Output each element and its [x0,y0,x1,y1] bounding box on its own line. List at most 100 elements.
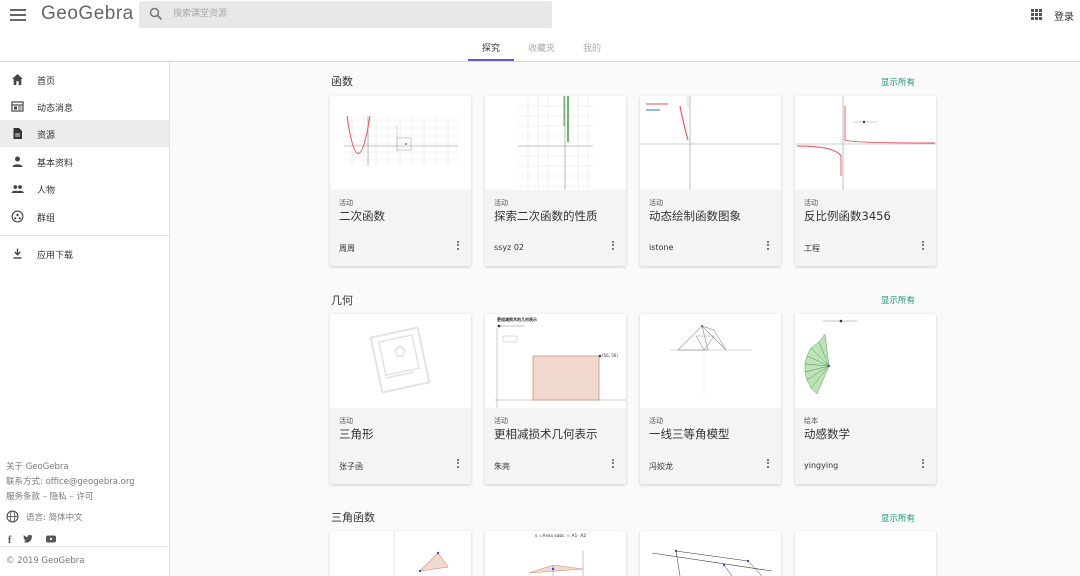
sidebar-item-groups[interactable]: 群组 [0,203,169,230]
more-options-icon[interactable] [919,457,927,471]
section-title-trigonometry: 三角函数 [331,511,375,524]
card-title[interactable]: 三角形 [339,426,374,442]
more-options-icon[interactable] [609,457,617,471]
facebook-icon[interactable]: f [8,535,11,546]
login-button[interactable]: 登录 [1054,8,1074,23]
card-thumbnail [640,314,781,408]
privacy-link[interactable]: 隐私 [50,492,67,502]
resource-card[interactable]: 活动 动态绘制函数图象 istone [640,96,781,266]
sidebar-item-label: 动态消息 [37,104,74,114]
search-box [139,1,552,28]
card-thumbnail [330,314,471,408]
resource-card[interactable]: 更相减损术的几何表示 (56, 56) 活动 更相减损术几何表示 朱亮 [485,314,626,484]
card-author[interactable]: 张子函 [339,461,363,472]
news-feed-icon [11,101,24,112]
more-options-icon[interactable] [919,239,927,253]
youtube-icon[interactable] [45,535,56,546]
top-bar: GeoGebra 登录 [0,0,1080,30]
resource-card[interactable] [330,531,471,576]
search-input[interactable] [173,4,543,24]
social-links: f [8,528,63,547]
resource-card[interactable]: 活动 一线三等角模型 冯姣龙 [640,314,781,484]
group-icon [11,210,24,223]
tab-favorites[interactable]: 收藏夹 [528,41,555,54]
resource-card[interactable] [640,531,781,576]
card-title[interactable]: 一线三等角模型 [649,426,730,442]
people-icon [11,185,24,193]
more-options-icon[interactable] [609,239,617,253]
more-options-icon[interactable] [764,457,772,471]
card-title[interactable]: 更相减损术几何表示 [494,426,598,442]
card-thumbnail [640,96,781,190]
sidebar-item-news[interactable]: 动态消息 [0,93,169,120]
card-title[interactable]: 反比例函数3456 [804,208,891,224]
sidebar-item-people[interactable]: 人物 [0,175,169,202]
section-title-functions: 函数 [331,75,353,88]
resource-card[interactable]: s =Area sabc = A1· A2 [485,531,626,576]
apps-grid-icon[interactable] [1031,9,1042,20]
card-thumbnail [330,96,471,190]
search-icon[interactable] [149,7,163,21]
sidebar-item-label: 群组 [37,214,56,224]
license-link[interactable]: 许可 [76,492,93,502]
sidebar-item-profile[interactable]: 基本资料 [0,148,169,175]
contact-link[interactable]: 联系方式: office@geogebra.org [6,475,135,487]
resource-card[interactable]: 活动 反比例函数3456 工程 [795,96,936,266]
card-type: 活动 [494,417,508,425]
card-author[interactable]: 冯姣龙 [649,461,673,472]
card-type: 活动 [339,417,353,425]
card-author[interactable]: 朱亮 [494,461,510,472]
card-thumbnail [330,531,471,576]
sidebar-item-label: 资源 [37,131,56,141]
sidebar-item-resources[interactable]: 资源 [0,120,169,147]
download-icon [13,248,22,259]
card-author[interactable]: 工程 [804,243,820,254]
card-thumbnail: s =Area sabc = A1· A2 [485,531,626,576]
card-title[interactable]: 动态绘制函数图象 [649,208,741,224]
legal-links: 服务条款 – 隐私 – 许可 [6,492,94,502]
twitter-icon[interactable] [23,534,33,546]
sidebar-footer-divider [0,546,169,547]
sidebar-item-label: 首页 [37,77,56,87]
home-icon [12,74,23,85]
more-options-icon[interactable] [454,239,462,253]
terms-link[interactable]: 服务条款 [6,492,40,502]
more-options-icon[interactable] [454,457,462,471]
card-author[interactable]: ssyz 02 [494,243,524,252]
sidebar: 首页 动态消息 资源 基本资料 人物 群组 应用下载 关于 GeoGebra 联… [0,62,170,576]
card-type: 活动 [649,199,663,207]
show-all-geometry-link[interactable]: 显示所有 [881,294,915,306]
about-link[interactable]: 关于 GeoGebra [6,460,69,472]
hamburger-menu-icon[interactable] [10,6,26,22]
sidebar-item-home[interactable]: 首页 [0,66,169,93]
show-all-functions-link[interactable]: 显示所有 [881,76,915,88]
geogebra-logo[interactable]: GeoGebra [41,3,134,25]
tab-explore[interactable]: 探究 [482,41,500,54]
resource-card[interactable]: 活动 探索二次函数的性质 ssyz 02 [485,96,626,266]
tab-mine[interactable]: 我的 [583,41,601,54]
card-thumbnail [485,96,626,190]
show-all-trigonometry-link[interactable]: 显示所有 [881,512,915,524]
card-thumbnail [795,531,936,576]
sidebar-item-label: 应用下载 [37,251,74,261]
card-author[interactable]: istone [649,243,673,252]
card-title[interactable]: 二次函数 [339,208,385,224]
sidebar-item-label: 人物 [37,186,56,196]
card-thumbnail [795,96,936,190]
tab-bar: 探究 收藏夹 我的 [0,30,1080,62]
card-thumbnail: 更相减损术的几何表示 (56, 56) [485,314,626,408]
card-author[interactable]: 周周 [339,243,355,254]
resource-card[interactable]: 绘本 动感数学 yingying [795,314,936,484]
resource-card[interactable] [795,531,936,576]
more-options-icon[interactable] [764,239,772,253]
card-title[interactable]: 动感数学 [804,426,850,442]
card-author[interactable]: yingying [804,461,838,470]
card-type: 活动 [494,199,508,207]
sidebar-item-app-download[interactable]: 应用下载 [0,240,169,267]
card-title[interactable]: 探索二次函数的性质 [494,208,598,224]
thumb-point-label: (56, 56) [602,353,618,358]
resource-card[interactable]: 活动 二次函数 周周 [330,96,471,266]
placeholder-image-icon [369,326,431,394]
resource-card[interactable]: 活动 三角形 张子函 [330,314,471,484]
section-title-geometry: 几何 [331,294,353,307]
